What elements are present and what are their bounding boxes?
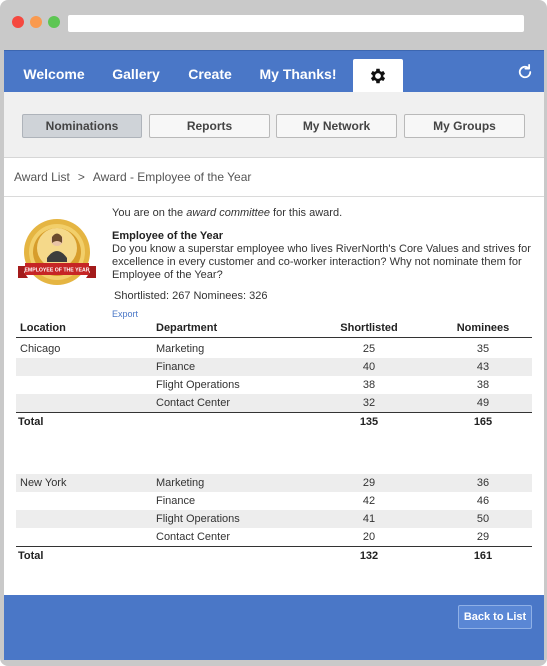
header-location: Location bbox=[20, 322, 66, 334]
close-dot[interactable] bbox=[12, 16, 24, 28]
row-location: Chicago bbox=[20, 343, 61, 355]
row-nominees: 43 bbox=[476, 361, 490, 373]
reports-button[interactable]: Reports bbox=[149, 114, 270, 138]
row-shortlisted: 42 bbox=[362, 495, 376, 507]
total-nominees: 161 bbox=[473, 550, 493, 562]
maximize-dot[interactable] bbox=[48, 16, 60, 28]
browser-window: Welcome Gallery Create My Thanks! Nomina… bbox=[0, 0, 547, 666]
breadcrumb-award-list[interactable]: Award List bbox=[14, 170, 70, 184]
table-header: Location Department Shortlisted Nominees bbox=[16, 320, 532, 338]
window-controls bbox=[12, 16, 60, 28]
row-nominees: 35 bbox=[476, 343, 490, 355]
tab-settings[interactable] bbox=[353, 59, 403, 93]
tab-my-thanks[interactable]: My Thanks! bbox=[252, 51, 344, 93]
nominations-button[interactable]: Nominations bbox=[22, 114, 142, 138]
table-row: Flight Operations 41 50 bbox=[16, 510, 532, 528]
award-description: Do you know a superstar employee who liv… bbox=[112, 243, 531, 281]
total-label: Total bbox=[18, 416, 44, 428]
row-shortlisted: 41 bbox=[362, 513, 376, 525]
table-row: Flight Operations 38 38 bbox=[16, 376, 532, 394]
badge-text: EMPLOYEE OF THE YEAR bbox=[24, 268, 89, 274]
row-nominees: 36 bbox=[476, 477, 490, 489]
header-department: Department bbox=[156, 322, 218, 334]
total-shortlisted: 135 bbox=[359, 416, 379, 428]
award-badge-icon: EMPLOYEE OF THE YEAR bbox=[18, 219, 96, 285]
tab-welcome[interactable]: Welcome bbox=[16, 51, 92, 93]
back-to-list-button[interactable]: Back to List bbox=[458, 605, 532, 629]
breadcrumb-separator: > bbox=[77, 170, 85, 184]
table-row: New York Marketing 29 36 bbox=[16, 474, 532, 492]
row-location: New York bbox=[20, 477, 67, 489]
row-department: Flight Operations bbox=[156, 379, 240, 391]
table-row: Finance 42 46 bbox=[16, 492, 532, 510]
page-viewport: Welcome Gallery Create My Thanks! Nomina… bbox=[4, 50, 544, 660]
row-department: Contact Center bbox=[156, 531, 230, 543]
row-department: Marketing bbox=[156, 343, 205, 355]
header-nominees: Nominees bbox=[456, 322, 510, 334]
breadcrumb: Award List > Award - Employee of the Yea… bbox=[4, 158, 544, 197]
row-department: Flight Operations bbox=[156, 513, 240, 525]
sub-nav: Nominations Reports My Network My Groups bbox=[4, 92, 544, 158]
table-row: Contact Center 20 29 bbox=[16, 528, 532, 546]
row-nominees: 50 bbox=[476, 513, 490, 525]
row-shortlisted: 38 bbox=[362, 379, 376, 391]
row-department: Finance bbox=[156, 495, 196, 507]
header-shortlisted: Shortlisted bbox=[340, 322, 398, 334]
total-nominees: 165 bbox=[473, 416, 493, 428]
total-shortlisted: 132 bbox=[359, 550, 379, 562]
row-department: Marketing bbox=[156, 477, 205, 489]
row-nominees: 46 bbox=[476, 495, 490, 507]
row-shortlisted: 29 bbox=[362, 477, 376, 489]
committee-notice: You are on the award committee for this … bbox=[112, 207, 343, 219]
row-shortlisted: 25 bbox=[362, 343, 376, 355]
table-row: Finance 40 43 bbox=[16, 358, 532, 376]
row-nominees: 49 bbox=[476, 397, 490, 409]
gear-icon bbox=[370, 68, 386, 84]
export-link[interactable]: Export bbox=[112, 309, 138, 319]
row-shortlisted: 40 bbox=[362, 361, 376, 373]
total-row: Total 132 161 bbox=[16, 546, 532, 564]
award-stats: Shortlisted: 267 Nominees: 326 bbox=[114, 290, 268, 302]
row-nominees: 29 bbox=[476, 531, 490, 543]
row-nominees: 38 bbox=[476, 379, 490, 391]
award-title: Employee of the Year bbox=[112, 230, 224, 242]
table-row: Contact Center 32 49 bbox=[16, 394, 532, 412]
refresh-icon[interactable] bbox=[516, 63, 534, 81]
my-groups-button[interactable]: My Groups bbox=[404, 114, 525, 138]
footer-bar: Back to List bbox=[4, 595, 544, 660]
row-department: Contact Center bbox=[156, 397, 230, 409]
total-row: Total 135 165 bbox=[16, 412, 532, 430]
address-bar[interactable] bbox=[68, 15, 524, 32]
row-department: Finance bbox=[156, 361, 196, 373]
tab-gallery[interactable]: Gallery bbox=[104, 51, 168, 93]
row-shortlisted: 32 bbox=[362, 397, 376, 409]
tab-create[interactable]: Create bbox=[180, 51, 240, 93]
row-shortlisted: 20 bbox=[362, 531, 376, 543]
my-network-button[interactable]: My Network bbox=[276, 114, 397, 138]
total-label: Total bbox=[18, 550, 44, 562]
table-row: Chicago Marketing 25 35 bbox=[16, 340, 532, 358]
breadcrumb-current: Award - Employee of the Year bbox=[92, 170, 252, 184]
minimize-dot[interactable] bbox=[30, 16, 42, 28]
top-nav: Welcome Gallery Create My Thanks! bbox=[4, 50, 544, 93]
